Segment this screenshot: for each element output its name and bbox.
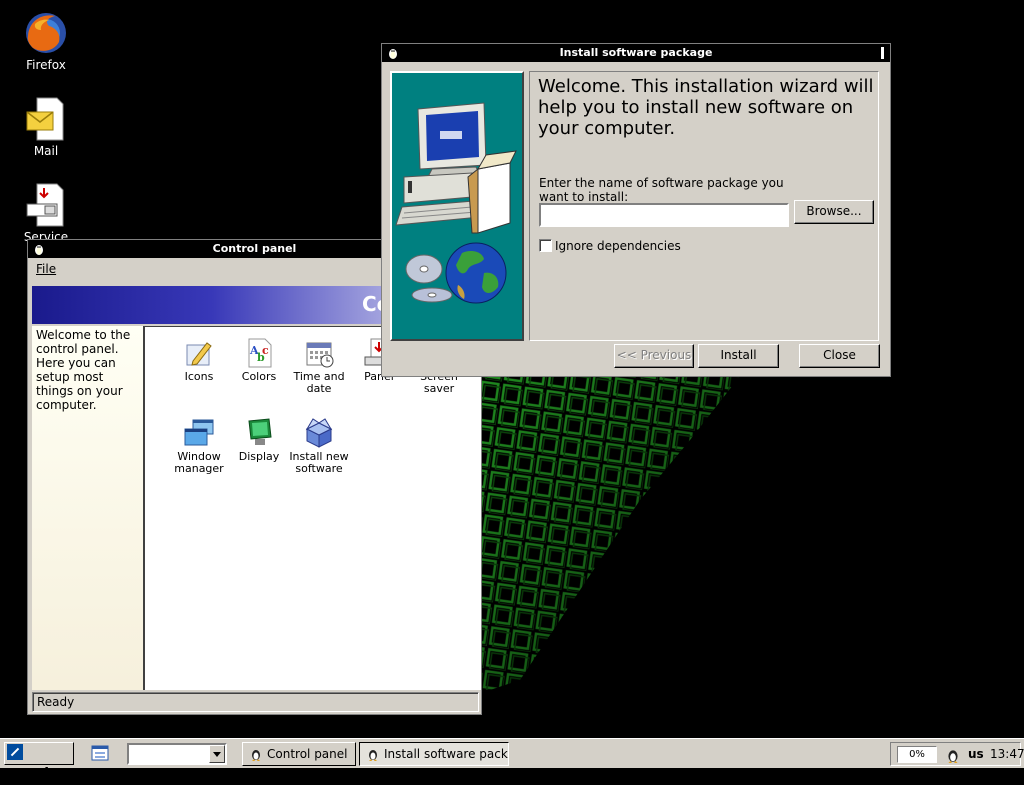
window-title: Install software package bbox=[559, 46, 713, 59]
abc-colors-icon: Abc bbox=[248, 338, 272, 368]
start-button[interactable]: sanelz bbox=[4, 742, 74, 782]
desktop-icon-label: Mail bbox=[33, 144, 59, 158]
svg-text:c: c bbox=[262, 344, 269, 357]
taskbar: sanelz Control panel Install software pa… bbox=[0, 738, 1024, 782]
menu-file[interactable]: File bbox=[36, 262, 56, 276]
penguin-icon bbox=[252, 750, 260, 761]
penguin-icon bbox=[389, 49, 397, 59]
task-label: Install software packa bbox=[384, 747, 509, 761]
workspace-combo[interactable] bbox=[127, 743, 227, 765]
show-desktop-icon[interactable] bbox=[88, 743, 112, 765]
desktop-icon-firefox[interactable]: Firefox bbox=[6, 10, 86, 72]
wizard-illustration bbox=[390, 71, 524, 341]
penguin-icon bbox=[369, 750, 377, 761]
cp-item-label: Window manager bbox=[174, 450, 224, 475]
task-install-software[interactable]: Install software packa bbox=[359, 742, 509, 766]
clock: 13:47 bbox=[990, 747, 1024, 761]
chevron-down-icon[interactable] bbox=[209, 745, 225, 763]
cp-item-label: Colors bbox=[241, 370, 277, 383]
service-icon bbox=[26, 183, 64, 227]
windows-icon bbox=[184, 419, 214, 446]
status-bar: Ready bbox=[32, 692, 479, 712]
package-name-input[interactable] bbox=[539, 203, 789, 227]
desktop-icon-label: Firefox bbox=[26, 58, 66, 72]
box-icon bbox=[305, 418, 333, 448]
package-prompt: Enter the name of software package you w… bbox=[539, 176, 784, 204]
install-dialog-titlebar[interactable]: Install software package bbox=[382, 44, 890, 62]
cpu-meter: 0% bbox=[897, 746, 937, 763]
penguin-tray-icon[interactable] bbox=[945, 747, 961, 763]
desktop-icon-mail[interactable]: Mail bbox=[6, 96, 86, 158]
penguin-icon bbox=[35, 245, 43, 255]
close-button[interactable]: Close bbox=[799, 344, 880, 368]
calendar-icon bbox=[306, 342, 334, 368]
computer-globe-illustration bbox=[395, 102, 517, 304]
cp-item-install-new-software[interactable]: Install new software bbox=[284, 417, 354, 475]
cp-item-label: Install new software bbox=[289, 450, 349, 475]
sanelz-logo-icon bbox=[7, 744, 23, 760]
ignore-dependencies-checkbox[interactable] bbox=[539, 239, 552, 252]
cp-item-label: Display bbox=[238, 450, 280, 463]
pencil-icon bbox=[186, 342, 212, 366]
status-text: Ready bbox=[37, 695, 75, 709]
welcome-text: Welcome to the control panel. Here you c… bbox=[36, 328, 131, 412]
task-control-panel[interactable]: Control panel bbox=[242, 742, 356, 766]
desktop-icon-service[interactable]: Service bbox=[6, 182, 86, 244]
mail-icon bbox=[26, 97, 64, 141]
firefox-icon bbox=[26, 13, 66, 53]
wizard-content: Welcome. This installation wizard will h… bbox=[529, 71, 879, 341]
start-label: sanelz bbox=[7, 766, 58, 782]
window-title: Control panel bbox=[212, 242, 297, 255]
task-label: Control panel bbox=[267, 747, 348, 761]
wizard-headline: Welcome. This installation wizard will h… bbox=[538, 76, 874, 139]
cpu-label: 0% bbox=[909, 749, 925, 760]
install-software-dialog: Install software package Welcome. This i… bbox=[381, 43, 891, 377]
ignore-dependencies-option[interactable]: Ignore dependencies bbox=[539, 239, 681, 253]
cp-item-label: Icons bbox=[184, 370, 214, 383]
window-menu-button[interactable] bbox=[881, 47, 884, 59]
display-icon bbox=[248, 418, 272, 445]
cp-item-label: Time and date bbox=[293, 370, 345, 395]
welcome-pane: Welcome to the control panel. Here you c… bbox=[32, 326, 143, 690]
install-button[interactable]: Install bbox=[698, 344, 779, 368]
ignore-dependencies-label: Ignore dependencies bbox=[555, 239, 681, 253]
browse-button[interactable]: Browse... bbox=[794, 200, 874, 224]
keyboard-layout[interactable]: us bbox=[968, 746, 984, 762]
previous-button[interactable]: << Previous bbox=[614, 344, 694, 368]
control-panel-items: Icons Abc Colors Time and date Panel Scr… bbox=[143, 326, 481, 690]
system-tray: 0% us 13:47 bbox=[890, 742, 1024, 766]
